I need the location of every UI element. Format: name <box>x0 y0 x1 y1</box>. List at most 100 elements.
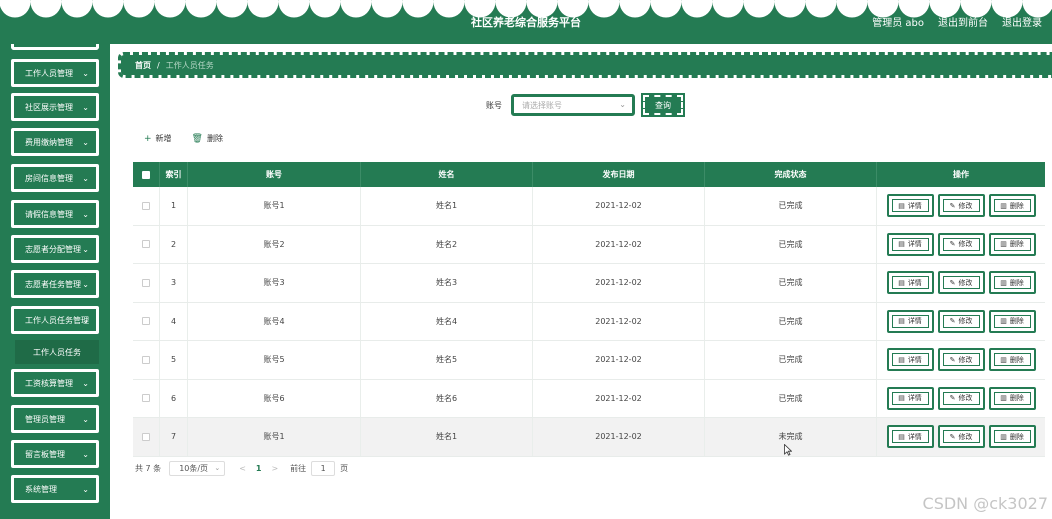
row-date: 2021-12-02 <box>533 418 705 456</box>
sidebar-item-fees[interactable]: 费用缴纳管理 ⌄ <box>11 128 99 156</box>
detail-button[interactable]: ▤ 详情 <box>886 425 934 449</box>
header-select-all[interactable] <box>133 162 160 187</box>
detail-button[interactable]: ▤ 详情 <box>886 194 934 218</box>
trash-icon: ▥ <box>1000 394 1007 403</box>
exit-to-frontend-link[interactable]: 退出到前台 <box>938 14 988 29</box>
row-select-cell[interactable] <box>133 225 160 263</box>
delete-button[interactable]: ▥ 删除 <box>988 271 1036 295</box>
select-all-checkbox[interactable] <box>142 170 150 179</box>
edit-button[interactable]: ✎ 修改 <box>937 348 985 372</box>
chevron-down-icon: ⌄ <box>82 69 89 78</box>
add-button[interactable]: + 新增 <box>144 133 172 144</box>
row-select-cell[interactable] <box>133 379 160 417</box>
sidebar-item-admins[interactable]: 管理员管理 ⌄ <box>11 405 99 433</box>
detail-button[interactable]: ▤ 详情 <box>886 271 934 295</box>
row-index: 1 <box>160 187 188 225</box>
file-icon: ▤ <box>898 355 905 364</box>
sidebar-top-item[interactable] <box>11 44 99 50</box>
table-row[interactable]: 5 账号5 姓名5 2021-12-02 已完成 ▤ 详情 ✎ 修改 ▥ 删除 <box>133 341 1045 380</box>
delete-label: 删除 <box>1009 317 1024 326</box>
goto-page-input[interactable]: 1 <box>311 461 336 476</box>
batch-delete-button[interactable]: 🗑 删除 <box>192 133 223 144</box>
sidebar-item-staff[interactable]: 工作人员管理 ⌄ <box>11 59 99 87</box>
sidebar-item-staff-tasks[interactable]: 工作人员任务管理 ⌄ <box>11 306 99 334</box>
detail-button[interactable]: ▤ 详情 <box>886 232 934 256</box>
table-header: 索引 账号 姓名 发布日期 完成状态 操作 <box>133 162 1045 187</box>
row-checkbox[interactable] <box>142 394 150 403</box>
row-checkbox[interactable] <box>142 432 150 441</box>
detail-button[interactable]: ▤ 详情 <box>886 309 934 333</box>
chevron-down-icon: ⌄ <box>214 464 221 472</box>
edit-button[interactable]: ✎ 修改 <box>937 425 985 449</box>
page-size-value: 10条/页 <box>179 464 209 473</box>
sidebar-item-community[interactable]: 社区展示管理 ⌄ <box>11 93 99 121</box>
sidebar-item-system[interactable]: 系统管理 ⌄ <box>11 475 99 503</box>
edit-button[interactable]: ✎ 修改 <box>937 271 985 295</box>
trash-icon: ▥ <box>1000 201 1007 210</box>
delete-button[interactable]: ▥ 删除 <box>988 232 1036 256</box>
pencil-icon: ✎ <box>949 317 956 326</box>
table-row[interactable]: 7 账号1 姓名1 2021-12-02 未完成 ▤ 详情 ✎ 修改 ▥ 删除 <box>133 418 1045 457</box>
row-ops: ▤ 详情 ✎ 修改 ▥ 删除 <box>877 303 1045 341</box>
table-row[interactable]: 1 账号1 姓名1 2021-12-02 已完成 ▤ 详情 ✎ 修改 ▥ 删除 <box>133 187 1045 226</box>
chevron-down-icon: ⌄ <box>82 245 89 254</box>
row-checkbox[interactable] <box>142 278 150 287</box>
sidebar-item-rooms[interactable]: 房间信息管理 ⌄ <box>11 164 99 192</box>
detail-button[interactable]: ▤ 详情 <box>886 386 934 410</box>
row-select-cell[interactable] <box>133 264 160 302</box>
delete-button[interactable]: ▥ 删除 <box>988 348 1036 372</box>
sidebar-item-volunteer-assign[interactable]: 志愿者分配管理 ⌄ <box>11 235 99 263</box>
edit-button[interactable]: ✎ 修改 <box>937 309 985 333</box>
row-ops: ▤ 详情 ✎ 修改 ▥ 删除 <box>877 226 1045 264</box>
row-select-cell[interactable] <box>133 341 160 379</box>
query-button[interactable]: 查询 <box>641 93 685 117</box>
pencil-icon: ✎ <box>949 278 956 287</box>
page-size-select[interactable]: 10条/页 ⌄ <box>169 461 226 476</box>
row-checkbox[interactable] <box>142 355 150 364</box>
sidebar-item-label: 工作人员管理 <box>25 68 73 78</box>
delete-button[interactable]: ▥ 删除 <box>988 309 1036 333</box>
row-account: 账号1 <box>188 187 361 225</box>
pencil-icon: ✎ <box>949 201 956 210</box>
watermark: CSDN @ck3027 <box>922 494 1048 513</box>
row-select-cell[interactable] <box>133 418 160 456</box>
page-unit-label: 页 <box>340 464 349 473</box>
table-row[interactable]: 3 账号3 姓名3 2021-12-02 已完成 ▤ 详情 ✎ 修改 ▥ 删除 <box>133 264 1045 303</box>
edit-button[interactable]: ✎ 修改 <box>937 386 985 410</box>
page-number-1[interactable]: 1 <box>256 464 262 473</box>
table-row[interactable]: 2 账号2 姓名2 2021-12-02 已完成 ▤ 详情 ✎ 修改 ▥ 删除 <box>133 225 1045 264</box>
goto-label: 前往 <box>290 464 307 473</box>
sidebar: 工作人员管理 ⌄ 社区展示管理 ⌄ 费用缴纳管理 ⌄ 房间信息管理 ⌄ 请假信息管理 ⌄ … <box>0 44 110 519</box>
row-select-cell[interactable] <box>133 302 160 340</box>
detail-label: 详情 <box>907 432 922 441</box>
sidebar-subitem-staff-task[interactable]: 工作人员任务 <box>15 340 99 364</box>
edit-label: 修改 <box>958 317 973 326</box>
row-index: 4 <box>160 302 188 340</box>
sidebar-item-messages[interactable]: 留言板管理 ⌄ <box>11 440 99 468</box>
prev-page-button[interactable]: < <box>239 464 246 473</box>
trash-icon: ▥ <box>1000 317 1007 326</box>
row-status: 已完成 <box>705 302 877 340</box>
breadcrumb-home[interactable]: 首页 <box>135 60 151 71</box>
row-select-cell[interactable] <box>133 187 160 225</box>
table-row[interactable]: 4 账号4 姓名4 2021-12-02 已完成 ▤ 详情 ✎ 修改 ▥ 删除 <box>133 302 1045 341</box>
edit-button[interactable]: ✎ 修改 <box>937 194 985 218</box>
detail-button[interactable]: ▤ 详情 <box>886 348 934 372</box>
sidebar-item-label: 请假信息管理 <box>25 209 73 219</box>
delete-button[interactable]: ▥ 删除 <box>988 194 1036 218</box>
sidebar-item-leave[interactable]: 请假信息管理 ⌄ <box>11 200 99 228</box>
delete-button[interactable]: ▥ 删除 <box>988 386 1036 410</box>
detail-label: 详情 <box>907 201 922 210</box>
account-select[interactable]: 请选择账号 ⌄ <box>511 94 635 116</box>
top-header: 社区养老综合服务平台 管理员 abo 退出到前台 退出登录 <box>0 0 1052 44</box>
sidebar-item-salary[interactable]: 工资核算管理 ⌄ <box>11 369 99 397</box>
row-checkbox[interactable] <box>142 201 150 210</box>
logout-link[interactable]: 退出登录 <box>1002 14 1042 29</box>
row-checkbox[interactable] <box>142 240 150 249</box>
row-checkbox[interactable] <box>142 317 150 326</box>
edit-button[interactable]: ✎ 修改 <box>937 232 985 256</box>
sidebar-item-volunteer-tasks[interactable]: 志愿者任务管理 ⌄ <box>11 270 99 298</box>
next-page-button[interactable]: > <box>271 464 278 473</box>
delete-button[interactable]: ▥ 删除 <box>988 425 1036 449</box>
table-row[interactable]: 6 账号6 姓名6 2021-12-02 已完成 ▤ 详情 ✎ 修改 ▥ 删除 <box>133 379 1045 418</box>
